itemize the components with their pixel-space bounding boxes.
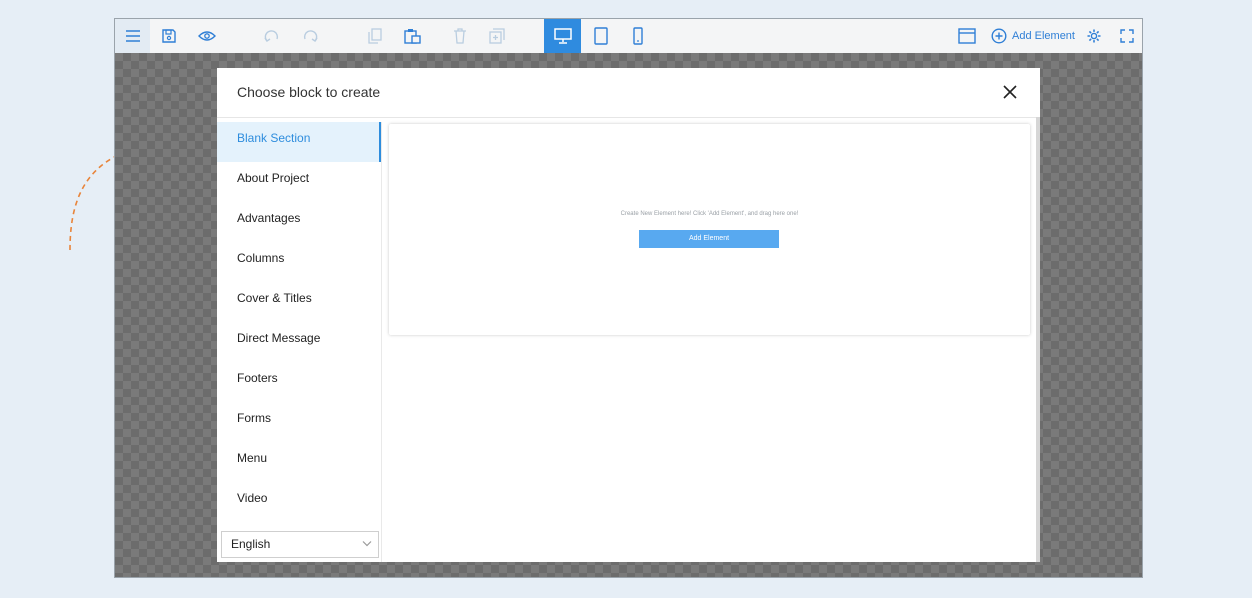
desktop-icon: [553, 28, 572, 44]
language-select[interactable]: English: [221, 531, 379, 558]
chevron-down-icon: [362, 541, 372, 547]
undo-icon: [263, 30, 278, 42]
layout-button[interactable]: [949, 19, 984, 53]
modal-header: Choose block to create: [217, 68, 1040, 118]
category-footers[interactable]: Footers: [217, 362, 381, 402]
paste-button[interactable]: [395, 19, 430, 53]
duplicate-icon: [488, 28, 505, 44]
copy-button[interactable]: [357, 19, 392, 53]
category-advantages[interactable]: Advantages: [217, 202, 381, 242]
add-element-label: Add Element: [1012, 30, 1075, 42]
category-direct-message[interactable]: Direct Message: [217, 322, 381, 362]
redo-icon: [303, 30, 318, 42]
delete-button[interactable]: [442, 19, 477, 53]
fullscreen-icon: [1119, 29, 1134, 43]
category-columns[interactable]: Columns: [217, 242, 381, 282]
menu-icon: [125, 30, 140, 42]
category-forms[interactable]: Forms: [217, 402, 381, 442]
choose-block-modal: Choose block to create Blank Section Abo…: [217, 68, 1040, 562]
paste-icon: [403, 29, 421, 44]
delete-icon: [453, 28, 466, 44]
block-category-list: Blank Section About Project Advantages C…: [217, 122, 382, 562]
editor-toolbar: Add Element: [115, 19, 1142, 54]
category-blank-section[interactable]: Blank Section: [217, 122, 381, 162]
desktop-view-button[interactable]: [544, 19, 581, 53]
copy-icon: [367, 28, 382, 44]
settings-gear-icon: [1087, 29, 1100, 43]
mobile-icon: [632, 27, 643, 45]
category-video[interactable]: Video: [217, 482, 381, 522]
preview-button[interactable]: [189, 19, 224, 53]
add-element-button[interactable]: Add Element: [991, 19, 1075, 53]
redo-button[interactable]: [292, 19, 327, 53]
layout-icon: [957, 28, 976, 44]
preview-hint-text: Create New Element here! Click 'Add Elem…: [620, 211, 799, 217]
tablet-icon: [593, 27, 608, 45]
language-value: English: [231, 537, 271, 551]
preview-eye-icon: [197, 31, 216, 41]
settings-button[interactable]: [1076, 19, 1111, 53]
undo-button[interactable]: [254, 19, 289, 53]
fullscreen-button[interactable]: [1109, 19, 1142, 53]
category-menu[interactable]: Menu: [217, 442, 381, 482]
mobile-view-button[interactable]: [620, 19, 655, 53]
category-about-project[interactable]: About Project: [217, 162, 381, 202]
save-icon: [161, 29, 176, 43]
block-preview-card[interactable]: Create New Element here! Click 'Add Elem…: [389, 124, 1030, 335]
menu-button[interactable]: [115, 19, 150, 53]
modal-title: Choose block to create: [237, 84, 381, 100]
category-cover-titles[interactable]: Cover & Titles: [217, 282, 381, 322]
tablet-view-button[interactable]: [583, 19, 618, 53]
save-button[interactable]: [151, 19, 186, 53]
preview-add-element-button[interactable]: Add Element: [639, 230, 779, 248]
close-icon[interactable]: [1000, 82, 1020, 102]
modal-scrollbar[interactable]: [1036, 117, 1040, 562]
add-circle-icon: [991, 28, 1007, 44]
duplicate-button[interactable]: [479, 19, 514, 53]
